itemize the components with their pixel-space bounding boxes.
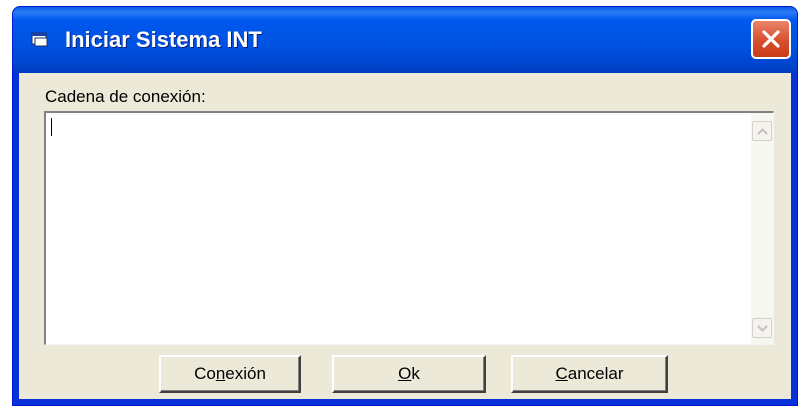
vertical-scrollbar[interactable] [751,113,773,344]
ok-accelerator: O [398,364,412,383]
conexion-label-post: exión [225,364,266,383]
dialog-client-area: Cadena de conexión: Co n exión O k C anc… [19,73,791,399]
conexion-button[interactable]: Co n exión [159,355,301,393]
connection-string-textarea[interactable] [44,111,774,345]
chevron-up-icon [757,128,768,135]
cancelar-button[interactable]: Cancelar [511,355,668,393]
text-caret [51,118,52,136]
chevron-down-icon [757,325,768,332]
scroll-up-button[interactable] [752,121,772,141]
cancelar-label-post: ancelar [567,364,624,383]
conexion-accelerator: n [215,364,226,383]
window-title: Iniciar Sistema INT [65,27,262,52]
ok-label-post: k [411,364,420,383]
close-button[interactable] [751,19,791,59]
title-bar[interactable]: Iniciar Sistema INT [13,7,797,73]
scroll-down-button[interactable] [752,318,772,338]
connection-string-label: Cadena de conexión: [45,87,206,106]
ok-button[interactable]: Ok [332,355,486,393]
close-icon [762,30,780,48]
conexion-label-pre: Co [194,364,216,383]
dialog-window: Iniciar Sistema INT Cadena de conexión: [12,6,798,406]
cancelar-accelerator: C [555,364,568,383]
window-app-icon [31,31,49,47]
